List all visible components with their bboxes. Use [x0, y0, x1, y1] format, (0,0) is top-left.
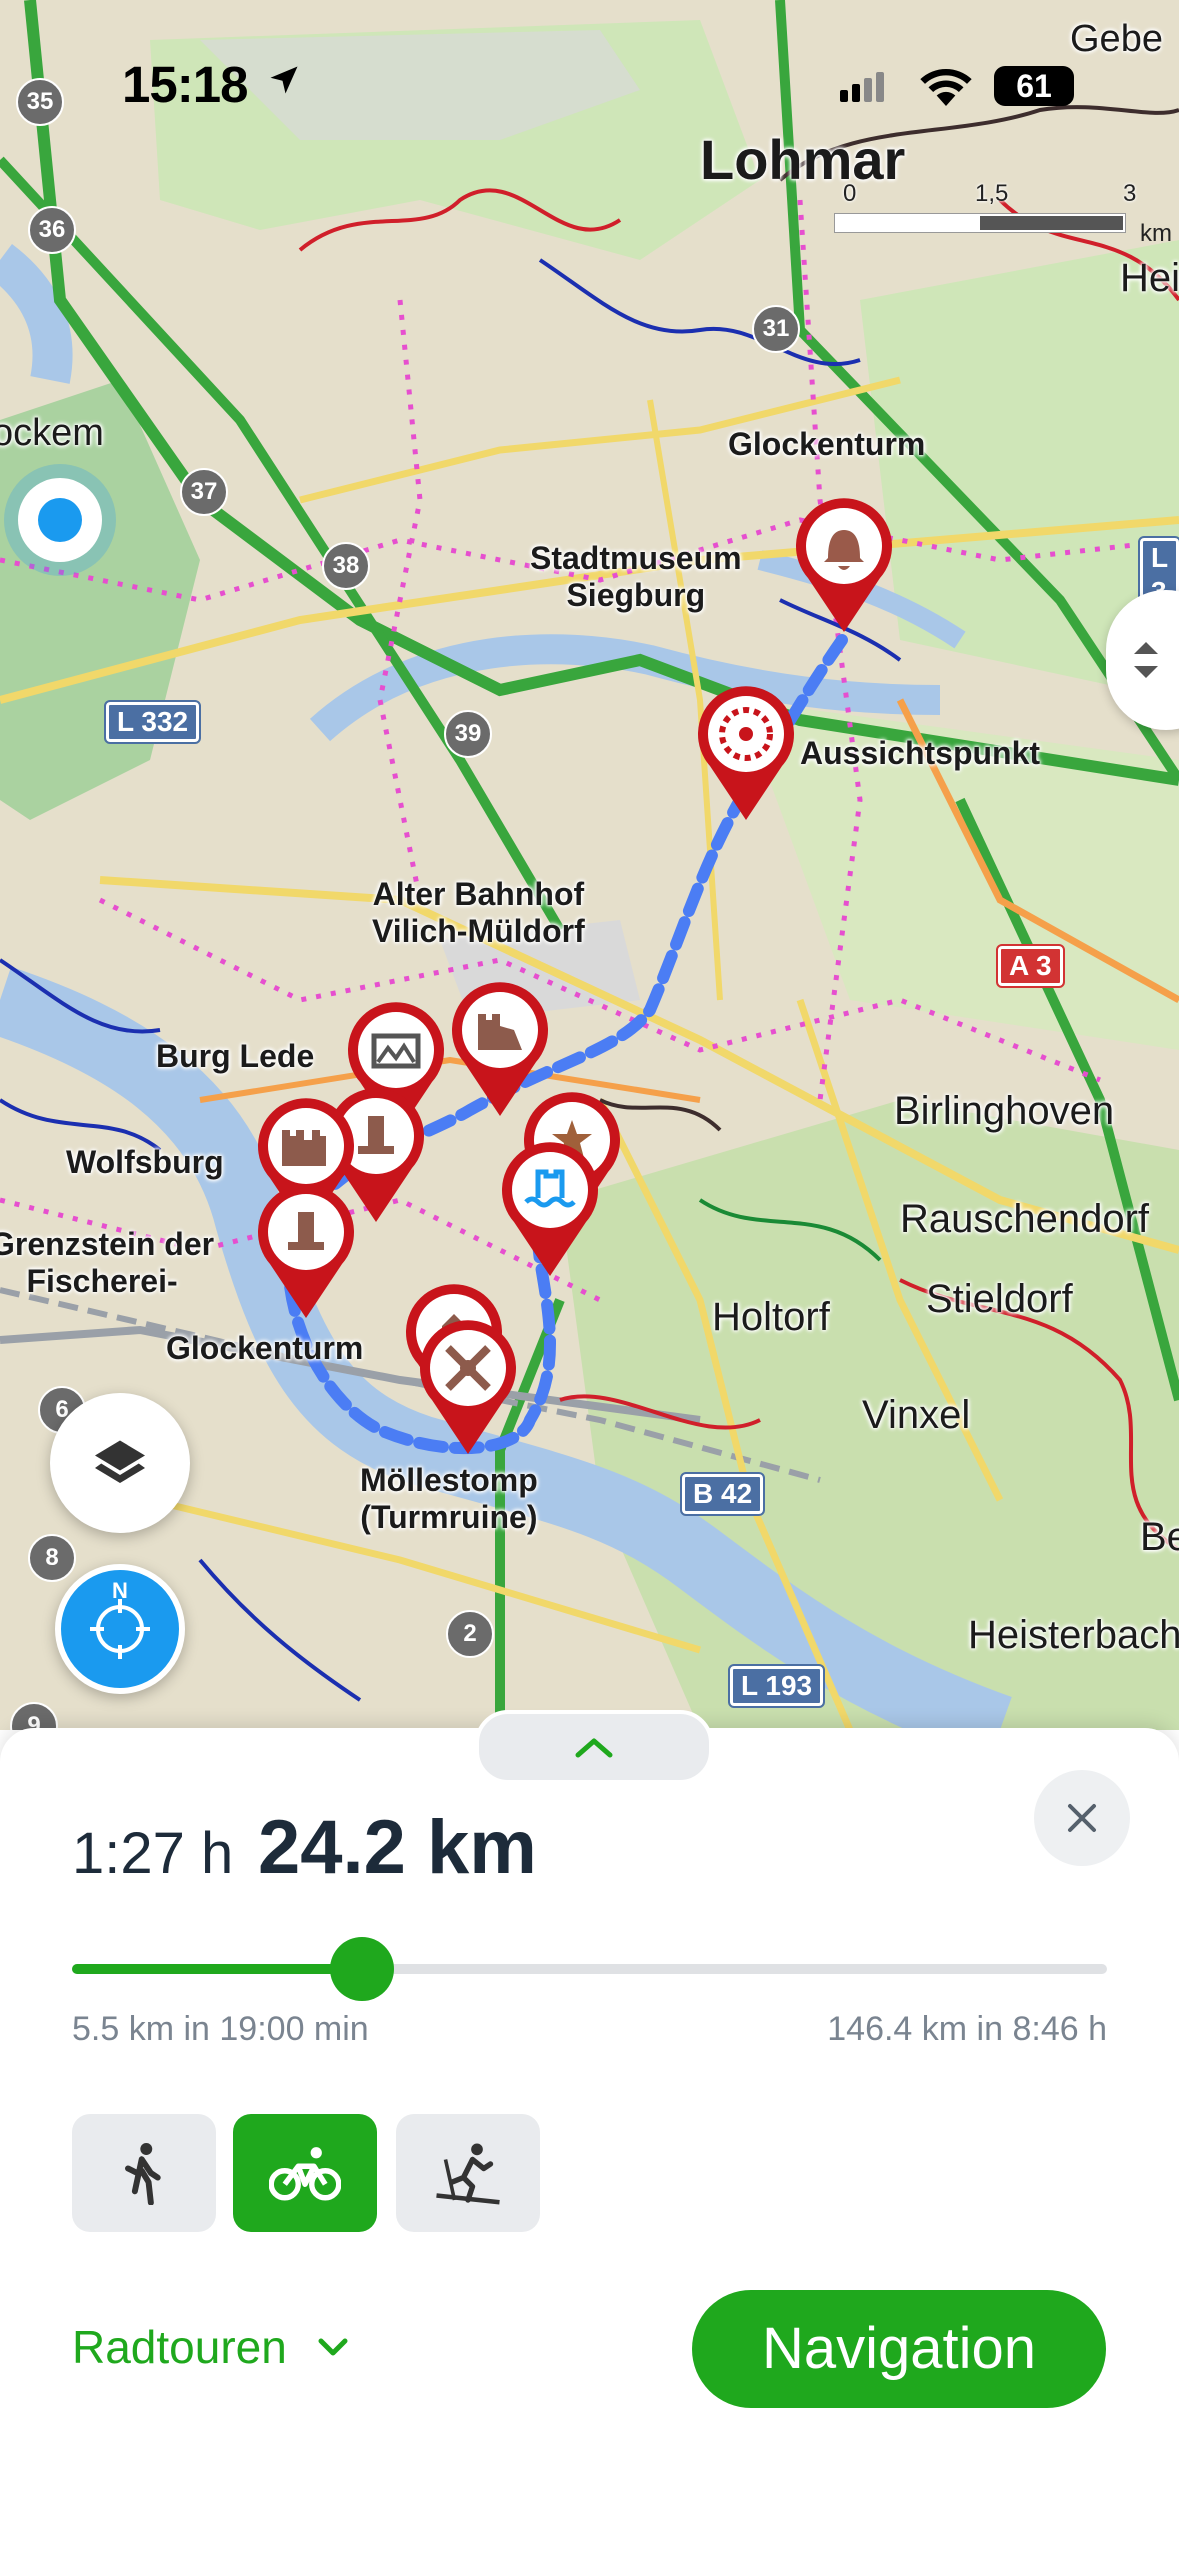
place-label-heisterbach: Heisterbach: [968, 1613, 1179, 1657]
poi-pin-swimming[interactable]: [494, 1140, 606, 1280]
poi-pin-boundary-stone[interactable]: [250, 1182, 362, 1322]
mode-skiing-button[interactable]: [396, 2114, 540, 2232]
scale-unit: km: [1140, 220, 1172, 247]
cross-country-ski-icon: [436, 2143, 500, 2205]
place-label-birlinghoven: Birlinghoven: [894, 1089, 1115, 1133]
walking-icon: [125, 2143, 161, 2205]
place-label-be: Be: [1140, 1515, 1179, 1559]
bicycle-icon: [269, 2147, 341, 2201]
layers-icon: [95, 1440, 145, 1483]
place-label-grenzstein: Grenzstein der Fischerei-: [0, 1226, 215, 1299]
navigation-button[interactable]: Navigation: [692, 2290, 1106, 2408]
sheet-expand-handle[interactable]: [475, 1710, 713, 1784]
slider-max-label: 146.4 km in 8:46 h: [827, 2010, 1107, 2048]
road-number: 31: [752, 305, 800, 353]
map-view[interactable]: 15:18 61 0 1,5 3 km Lohmar Gebe Hei ocke…: [0, 0, 1179, 1730]
category-label: Radtouren: [72, 2321, 287, 2373]
map-layers-button[interactable]: [50, 1393, 190, 1533]
crosshair-icon: [90, 1599, 150, 1659]
place-label-ckem: ockem: [0, 412, 104, 454]
place-label-alter-bahnhof: Alter Bahnhof Vilich-Müldorf: [372, 876, 585, 949]
close-icon: [1068, 1804, 1096, 1832]
place-label-rauschendorf: Rauschendorf: [900, 1197, 1150, 1241]
current-location-marker: [18, 478, 102, 562]
place-label-hei: Hei: [1120, 256, 1179, 300]
place-label-lohmar: Lohmar: [700, 128, 906, 191]
place-label-gebe: Gebe: [1070, 18, 1163, 60]
close-route-button[interactable]: [1034, 1770, 1130, 1866]
road-number: 2: [446, 1610, 494, 1658]
route-bottom-sheet: 1:27 h 24.2 km 5.5 km in 19:00 min 146.4…: [0, 1710, 1179, 2556]
poi-pin-bell[interactable]: [788, 496, 900, 636]
place-label-holtorf: Holtorf: [712, 1295, 830, 1339]
road-number: 38: [322, 542, 370, 590]
poi-pin-viewpoint[interactable]: [690, 684, 802, 824]
road-number: 37: [180, 468, 228, 516]
chevron-up-icon: [575, 1738, 613, 1758]
place-label-wolfsburg: Wolfsburg: [66, 1144, 224, 1180]
road-shield-l193: L 193: [727, 1664, 826, 1708]
mode-walking-button[interactable]: [72, 2114, 216, 2232]
road-shield-b42: B 42: [679, 1472, 766, 1516]
chevron-down-icon: [318, 2338, 348, 2356]
scale-label-1: 1,5: [975, 180, 1009, 207]
road-shield-l332: L 332: [103, 700, 202, 744]
place-label-vinxel: Vinxel: [862, 1393, 971, 1437]
road-shield-a3: A 3: [996, 944, 1065, 988]
place-label-aussichtspunkt: Aussichtspunkt: [800, 735, 1041, 771]
locate-compass-button[interactable]: N: [55, 1564, 185, 1694]
road-number: 39: [444, 710, 492, 758]
route-category-dropdown[interactable]: Radtouren: [72, 2320, 353, 2374]
place-label-stadtmuseum: Stadtmuseum Siegburg: [530, 540, 742, 613]
route-duration: 1:27 h: [72, 1821, 234, 1886]
mode-cycling-button[interactable]: [233, 2114, 377, 2232]
chevron-updown-icon: [1134, 642, 1158, 678]
road-number: 35: [16, 78, 64, 126]
place-label-moellestomp: Möllestomp (Turmruine): [360, 1462, 538, 1535]
route-distance: 24.2 km: [258, 1805, 537, 1890]
slider-min-label: 5.5 km in 19:00 min: [72, 2010, 369, 2048]
place-label-glockenturm-top: Glockenturm: [728, 426, 926, 462]
slider-knob[interactable]: [329, 1937, 394, 2001]
road-number: 36: [28, 206, 76, 254]
place-label-burg-lede: Burg Lede: [156, 1038, 315, 1074]
slider-fill: [72, 1964, 362, 1974]
distance-slider[interactable]: [72, 1937, 1107, 2001]
poi-pin-windmill[interactable]: [412, 1318, 524, 1458]
scale-label-2: 3: [1123, 180, 1137, 207]
place-label-glockenturm-bottom: Glockenturm: [166, 1330, 364, 1366]
place-label-stieldorf: Stieldorf: [926, 1277, 1073, 1321]
